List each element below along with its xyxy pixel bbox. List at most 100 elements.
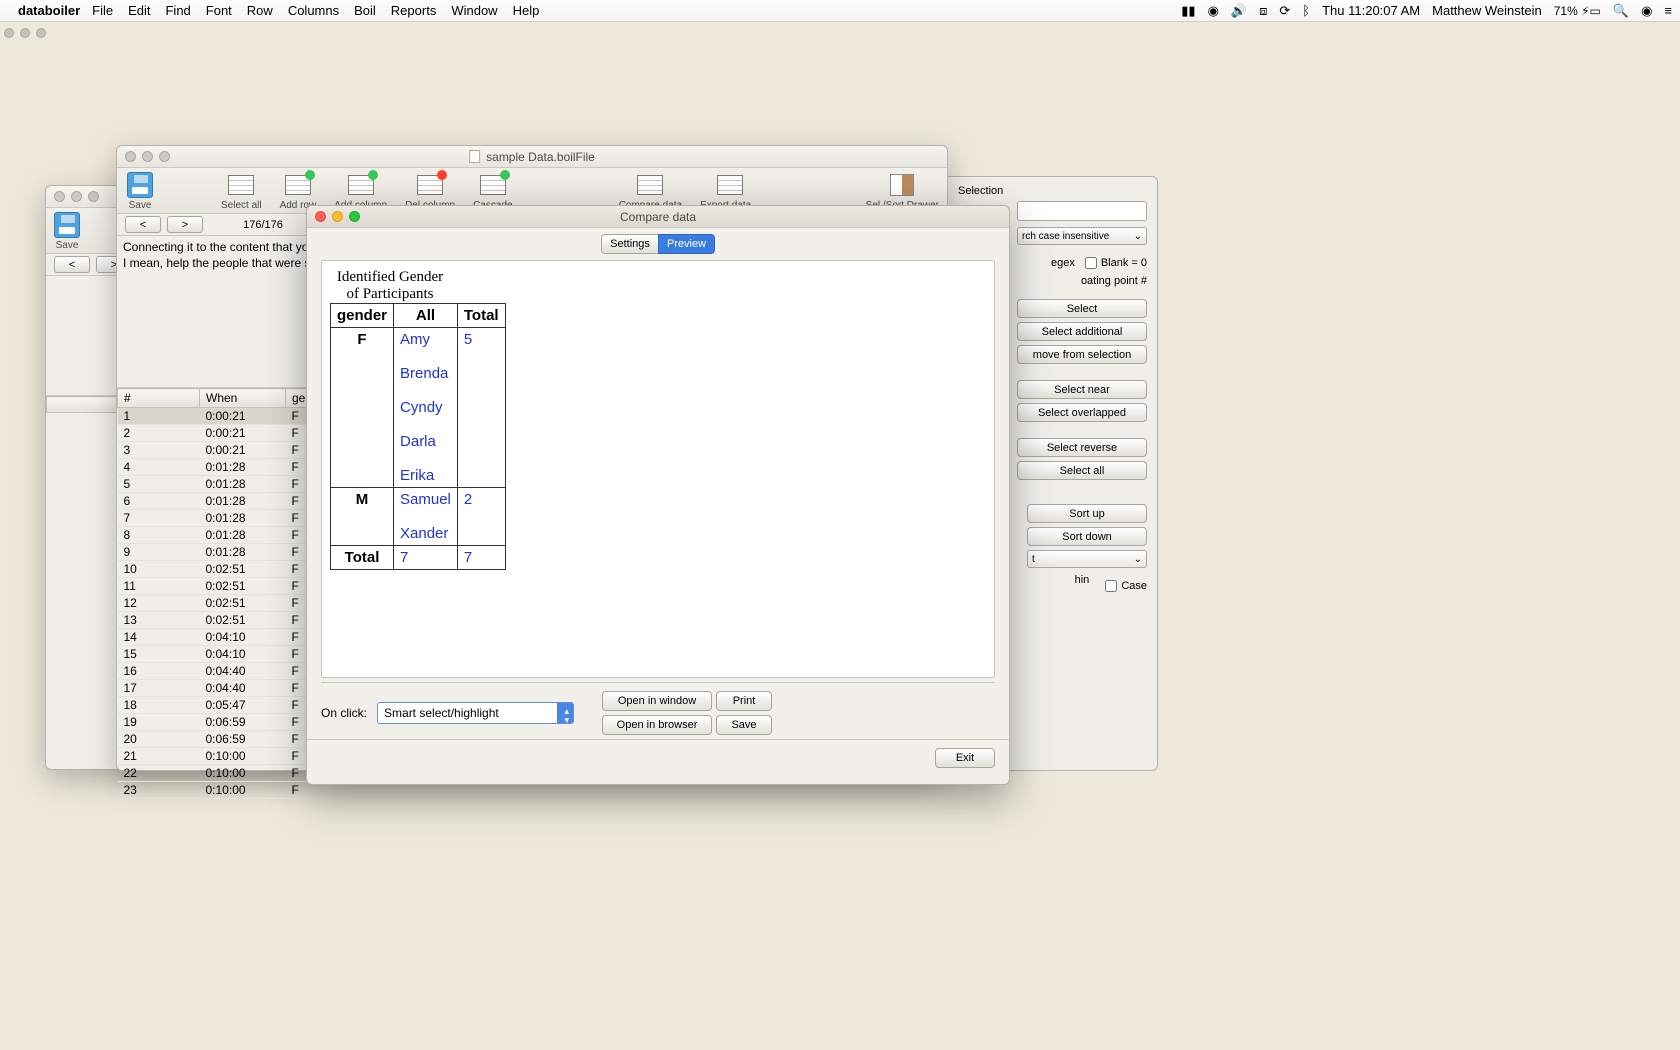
menu-file[interactable]: File: [92, 3, 113, 18]
drawer-case-checkbox[interactable]: Case: [1105, 580, 1147, 592]
open-in-browser-button[interactable]: Open in browser: [602, 715, 712, 735]
drawer-within-label: hin: [1075, 574, 1090, 598]
participant-link[interactable]: Erika: [400, 467, 434, 484]
small-save-button[interactable]: Save: [54, 212, 80, 251]
siri-icon[interactable]: ◉: [1641, 3, 1652, 19]
drawer-sort-up-button[interactable]: Sort up: [1027, 504, 1147, 523]
zoom-icon[interactable]: [88, 191, 99, 202]
plus-badge-icon: [500, 170, 510, 180]
nav-prev-button[interactable]: <: [125, 216, 161, 233]
participant-link[interactable]: Amy: [400, 331, 430, 348]
floppy-icon: [54, 212, 80, 238]
drawer-t-select[interactable]: t: [1027, 550, 1147, 568]
participant-link[interactable]: Brenda: [400, 365, 448, 382]
main-titlebar[interactable]: sample Data.boilFile: [117, 146, 947, 168]
table-row: MSamuelXander2: [331, 488, 506, 546]
dialog-tabs: Settings Preview: [307, 234, 1009, 254]
participant-link[interactable]: Cyndy: [400, 399, 443, 416]
drawer-select-overlapped-button[interactable]: Select overlapped: [1017, 403, 1147, 422]
app-name[interactable]: databoiler: [18, 3, 80, 18]
main-window-title: sample Data.boilFile: [486, 150, 595, 164]
minimize-icon[interactable]: [142, 151, 153, 162]
zoom-icon[interactable]: [349, 211, 360, 222]
table-row: Total77: [331, 546, 506, 570]
drawer-icon: [890, 174, 914, 196]
menubar-user[interactable]: Matthew Weinstein: [1432, 3, 1542, 18]
drawer-select-all-button[interactable]: Select all: [1017, 461, 1147, 480]
close-icon[interactable]: [54, 191, 65, 202]
drawer-search-mode-select[interactable]: rch case insensitive: [1017, 227, 1147, 245]
preview-caption: Identified Gender of Participants: [330, 269, 450, 303]
bluetooth-icon[interactable]: ᛒ: [1302, 3, 1310, 18]
print-button[interactable]: Print: [716, 691, 772, 711]
preview-table: gender All Total FAmyBrendaCyndyDarlaEri…: [330, 303, 506, 570]
grid-icon: [228, 175, 254, 195]
pv-h-all: All: [394, 304, 458, 328]
notifications-icon[interactable]: ≡: [1664, 3, 1672, 18]
onclick-select[interactable]: Smart select/highlight▴▾: [377, 702, 574, 724]
onclick-label: On click:: [321, 706, 367, 720]
small-save-label: Save: [56, 240, 79, 251]
close-icon[interactable]: [125, 151, 136, 162]
tab-preview[interactable]: Preview: [658, 234, 715, 254]
menu-boil[interactable]: Boil: [354, 3, 376, 18]
participant-link[interactable]: Samuel: [400, 491, 451, 508]
pv-h-total: Total: [457, 304, 505, 328]
drawer-select-button[interactable]: Select: [1017, 299, 1147, 318]
exit-button[interactable]: Exit: [935, 748, 995, 768]
menubar-battery[interactable]: 71% ⚡︎▭: [1554, 4, 1601, 18]
menu-font[interactable]: Font: [206, 3, 232, 18]
col-when[interactable]: When: [200, 389, 286, 408]
drawer-search-input[interactable]: [1017, 201, 1147, 221]
drawer-select-reverse-button[interactable]: Select reverse: [1017, 438, 1147, 457]
minimize-icon[interactable]: [71, 191, 82, 202]
document-icon: [469, 150, 480, 163]
dialog-bottom-bar: On click: Smart select/highlight▴▾ Open …: [321, 682, 995, 739]
volume-icon[interactable]: 🔊: [1231, 3, 1247, 19]
plus-badge-icon: [305, 170, 315, 180]
menubar-clock[interactable]: Thu 11:20:07 AM: [1322, 3, 1420, 18]
sync-icon[interactable]: ⟳: [1279, 3, 1290, 19]
drawer-remove-button[interactable]: move from selection: [1017, 345, 1147, 364]
wifi-icon[interactable]: ◉: [1208, 3, 1219, 19]
tab-settings[interactable]: Settings: [601, 234, 658, 254]
nav-next-button[interactable]: >: [167, 216, 203, 233]
zoom-icon[interactable]: [159, 151, 170, 162]
dialog-save-button[interactable]: Save: [716, 715, 772, 735]
close-icon[interactable]: [315, 211, 326, 222]
macos-menubar: databoiler File Edit Find Font Row Colum…: [0, 0, 1680, 22]
facetime-icon[interactable]: ▮▮: [1181, 3, 1195, 19]
drawer-title: Selection: [958, 185, 1147, 197]
menu-help[interactable]: Help: [513, 3, 540, 18]
drawer-select-near-button[interactable]: Select near: [1017, 380, 1147, 399]
participant-link[interactable]: Darla: [400, 433, 436, 450]
spotlight-icon[interactable]: 🔍: [1613, 3, 1629, 19]
menu-row[interactable]: Row: [247, 3, 273, 18]
menu-find[interactable]: Find: [165, 3, 190, 18]
floppy-icon: [127, 172, 153, 198]
menu-reports[interactable]: Reports: [391, 3, 437, 18]
menu-edit[interactable]: Edit: [128, 3, 150, 18]
pv-h-gender: gender: [331, 304, 394, 328]
menu-columns[interactable]: Columns: [288, 3, 339, 18]
drawer-blank-checkbox[interactable]: Blank = 0: [1085, 257, 1147, 269]
plus-badge-icon: [368, 170, 378, 180]
nav-count: 176/176: [239, 219, 287, 231]
dialog-title: Compare data: [620, 210, 696, 224]
drawer-regex-checkbox[interactable]: egex: [1051, 257, 1075, 269]
dialog-titlebar[interactable]: Compare data: [307, 206, 1009, 228]
participant-link[interactable]: Xander: [400, 525, 448, 542]
save-button[interactable]: Save: [125, 172, 155, 211]
select-all-button[interactable]: Select all: [221, 172, 262, 211]
drawer-select-additional-button[interactable]: Select additional: [1017, 322, 1147, 341]
col-num[interactable]: #: [118, 389, 200, 408]
dropbox-icon[interactable]: ⧈: [1259, 3, 1267, 19]
grid-icon: [637, 175, 663, 195]
compare-data-dialog: Compare data Settings Preview Identified…: [306, 205, 1010, 785]
minimize-icon[interactable]: [332, 211, 343, 222]
menu-window[interactable]: Window: [451, 3, 497, 18]
drawer-sort-down-button[interactable]: Sort down: [1027, 527, 1147, 546]
table-row: FAmyBrendaCyndyDarlaErika5: [331, 328, 506, 488]
open-in-window-button[interactable]: Open in window: [602, 691, 712, 711]
small-nav-prev[interactable]: <: [54, 256, 90, 273]
